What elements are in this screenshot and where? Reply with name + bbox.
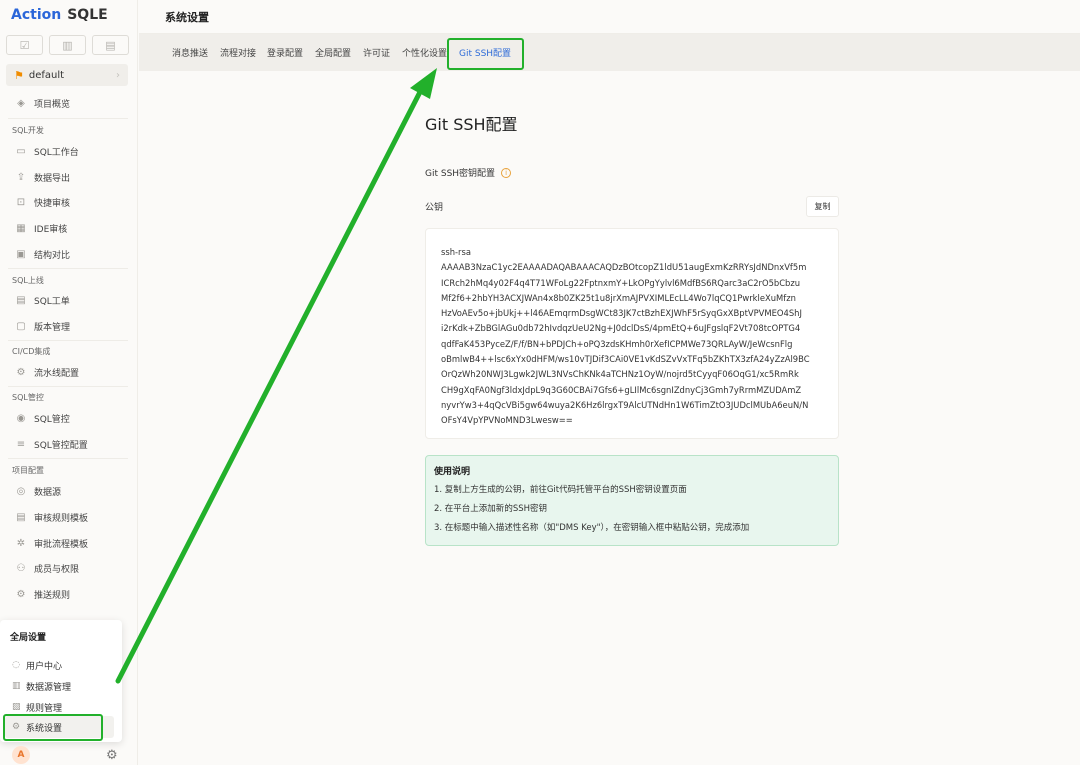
tab-process-integration[interactable]: 流程对接 <box>220 46 256 59</box>
usage-step: 2. 在平台上添加新的SSH密钥 <box>434 504 547 514</box>
sidebar-item-struct-compare[interactable]: ▣ 结构对比 <box>15 246 70 262</box>
key-line: nyvrYw3+4qQcVBi5gw64wuya2K6Hz6lrgxT9AlcU… <box>441 399 809 410</box>
mode-switcher: ☑ ▥ ▤ <box>6 35 129 55</box>
template-icon: ▤ <box>16 511 26 523</box>
divider <box>8 268 128 269</box>
key-line: qdfFaK453PyceZ/F/f/BN+bPDJCh+oPQ3zdsKHmh… <box>441 338 793 349</box>
tab-git-ssh[interactable]: Git SSH配置 <box>459 46 511 59</box>
sidebar-item-workbench[interactable]: ▭ SQL工作台 <box>15 143 79 159</box>
copy-button[interactable]: 复制 <box>806 196 839 217</box>
database-icon: ▥ <box>12 681 21 691</box>
key-line: oBmlwB4++lsc6xYx0dHFM/ws10vTJDif3CAi0VE1… <box>441 354 810 365</box>
sidebar-item-sql-control[interactable]: ◉ SQL管控 <box>15 410 70 426</box>
version-icon: ▢ <box>16 320 26 332</box>
user-icon: ◌ <box>12 660 20 670</box>
sidebar-item-rule-template[interactable]: ▤ 审核规则模板 <box>15 509 88 525</box>
export-icon: ⇪ <box>16 171 26 183</box>
sidebar-item-version-mgmt[interactable]: ▢ 版本管理 <box>15 318 70 334</box>
info-icon[interactable]: i <box>501 167 512 178</box>
group-sql-control: SQL管控 <box>12 393 44 402</box>
tab-personalization[interactable]: 个性化设置 <box>402 46 447 59</box>
tab-global-config[interactable]: 全局配置 <box>315 46 351 59</box>
sidebar-item-sql-ticket[interactable]: ▤ SQL工单 <box>15 292 70 308</box>
arrow-shaft <box>115 89 423 684</box>
users-icon: ⚇ <box>16 562 26 574</box>
sidebar-item-overview[interactable]: ◈ 项目概览 <box>15 95 70 111</box>
key-config-label: Git SSH密钥配置 i <box>425 166 512 179</box>
tab-message-push[interactable]: 消息推送 <box>172 46 208 59</box>
sidebar-item-export[interactable]: ⇪ 数据导出 <box>15 169 70 185</box>
usage-instructions: 使用说明 1. 复制上方生成的公钥，前往Git代码托管平台的SSH密钥设置页面 … <box>425 455 839 546</box>
divider <box>8 458 128 459</box>
global-settings-menu: 全局设置 ◌ 用户中心 ▥ 数据源管理 ▧ 规则管理 ⚙ 系统设置 <box>0 620 122 742</box>
compare-icon: ▣ <box>16 248 26 260</box>
page-title: 系统设置 <box>165 11 209 24</box>
pubkey-label: 公钥 <box>425 203 444 213</box>
tab-license[interactable]: 许可证 <box>363 46 390 59</box>
control-icon: ◉ <box>16 412 26 424</box>
group-sql-online: SQL上线 <box>12 276 44 285</box>
project-selector[interactable]: ⚑ default › <box>6 64 128 86</box>
rule-icon: ▧ <box>12 702 21 712</box>
sidebar: Action SQLE ☑ ▥ ▤ ⚑ default › ◈ 项目概览 SQL开… <box>0 0 138 765</box>
mode-check-icon[interactable]: ☑ <box>6 35 43 55</box>
group-cicd: CI/CD集成 <box>12 347 51 356</box>
chevron-right-icon: › <box>116 69 120 81</box>
flow-icon: ✲ <box>16 537 26 549</box>
usage-step: 3. 在标题中输入描述性名称（如"DMS Key"），在密钥输入框中粘贴公钥，完… <box>434 523 750 533</box>
ticket-icon: ▤ <box>16 294 26 306</box>
sidebar-item-ide-audit[interactable]: ▦ IDE审核 <box>15 220 67 236</box>
ide-icon: ▦ <box>16 222 26 234</box>
tab-login-config[interactable]: 登录配置 <box>267 46 303 59</box>
usage-title: 使用说明 <box>434 467 471 477</box>
database-icon: ◎ <box>16 485 26 497</box>
public-key-display[interactable]: ssh-rsa AAAAB3NzaC1yc2EAAAADAQABAAACAQDz… <box>425 228 839 439</box>
key-line: ssh-rsa <box>441 247 471 257</box>
settings-tabs: 消息推送 流程对接 登录配置 全局配置 许可证 个性化设置 Git SSH配置 <box>139 34 1080 71</box>
settings-gear-icon[interactable]: ⚙ <box>106 748 118 763</box>
menu-item-user-center[interactable]: ◌ 用户中心 <box>12 658 62 672</box>
sidebar-item-sql-control-config[interactable]: ≡ SQL管控配置 <box>15 436 88 452</box>
divider <box>8 386 128 387</box>
gear-icon: ⚙ <box>16 588 26 600</box>
mode-doc-icon[interactable]: ▤ <box>92 35 129 55</box>
menu-item-system-settings[interactable]: ⚙ 系统设置 <box>5 716 114 738</box>
global-menu-title: 全局设置 <box>10 633 47 643</box>
gear-icon: ⚙ <box>12 722 21 732</box>
key-line: Mf2f6+2hbYH3ACXJWAn4x8b0ZK25t1u8jrXmAJPV… <box>441 292 796 303</box>
arrow-head <box>410 68 437 99</box>
key-line: i2rKdk+ZbBGlAGu0db72hIvdqzUeU2Ng+J0dclDs… <box>441 323 801 334</box>
sidebar-item-push-rules[interactable]: ⚙ 推送规则 <box>15 586 71 602</box>
group-sql-dev: SQL开发 <box>12 126 44 135</box>
app-logo[interactable]: Action SQLE <box>11 7 108 23</box>
project-name: default <box>28 69 65 81</box>
sidebar-item-datasource[interactable]: ◎ 数据源 <box>15 483 61 499</box>
page-header: 系统设置 <box>139 0 1080 34</box>
audit-icon: ⊡ <box>16 196 26 208</box>
sidebar-item-members[interactable]: ⚇ 成员与权限 <box>15 560 80 576</box>
avatar[interactable]: A <box>12 746 30 764</box>
menu-item-datasource-mgmt[interactable]: ▥ 数据源管理 <box>12 679 71 693</box>
list-icon: ≡ <box>16 438 26 450</box>
key-line: AAAAB3NzaC1yc2EAAAADAQABAAACAQDzBOtcopZ1… <box>441 262 807 273</box>
key-line: OFsY4VpYPVNoMND3Lwesw== <box>441 415 573 426</box>
section-title: Git SSH配置 <box>425 115 518 134</box>
menu-item-rule-mgmt[interactable]: ▧ 规则管理 <box>12 700 62 714</box>
pipeline-icon: ⚙ <box>16 366 26 378</box>
divider <box>8 340 128 341</box>
sidebar-item-pipeline[interactable]: ⚙ 流水线配置 <box>15 364 80 380</box>
sidebar-item-approval-template[interactable]: ✲ 审批流程模板 <box>15 535 88 551</box>
group-project-config: 项目配置 <box>12 466 44 475</box>
sidebar-item-quick-audit[interactable]: ⊡ 快捷审核 <box>15 194 70 210</box>
key-line: HzVoAEv5o+jbUkj++l46AEmqrmDsgWCt83JK7ctB… <box>441 308 802 319</box>
key-line: OrQzWh20NWJ3Lgwk2JWL3NVsChKNk4aTCHNz1OyW… <box>441 369 799 380</box>
key-line: ICRch2hMq4y02F4q4T71WFoLg22FptnxmY+LkOPg… <box>441 277 801 288</box>
flag-icon: ⚑ <box>14 68 24 82</box>
usage-step: 1. 复制上方生成的公钥，前往Git代码托管平台的SSH密钥设置页面 <box>434 485 687 495</box>
monitor-icon: ▭ <box>16 145 26 157</box>
layers-icon: ◈ <box>17 97 25 109</box>
key-line: CH9gXqFA0Ngf3ldxJdpL9q3G60CBAi7Gfs6+gLIl… <box>441 384 802 395</box>
divider <box>8 118 128 119</box>
mode-chart-icon[interactable]: ▥ <box>49 35 86 55</box>
